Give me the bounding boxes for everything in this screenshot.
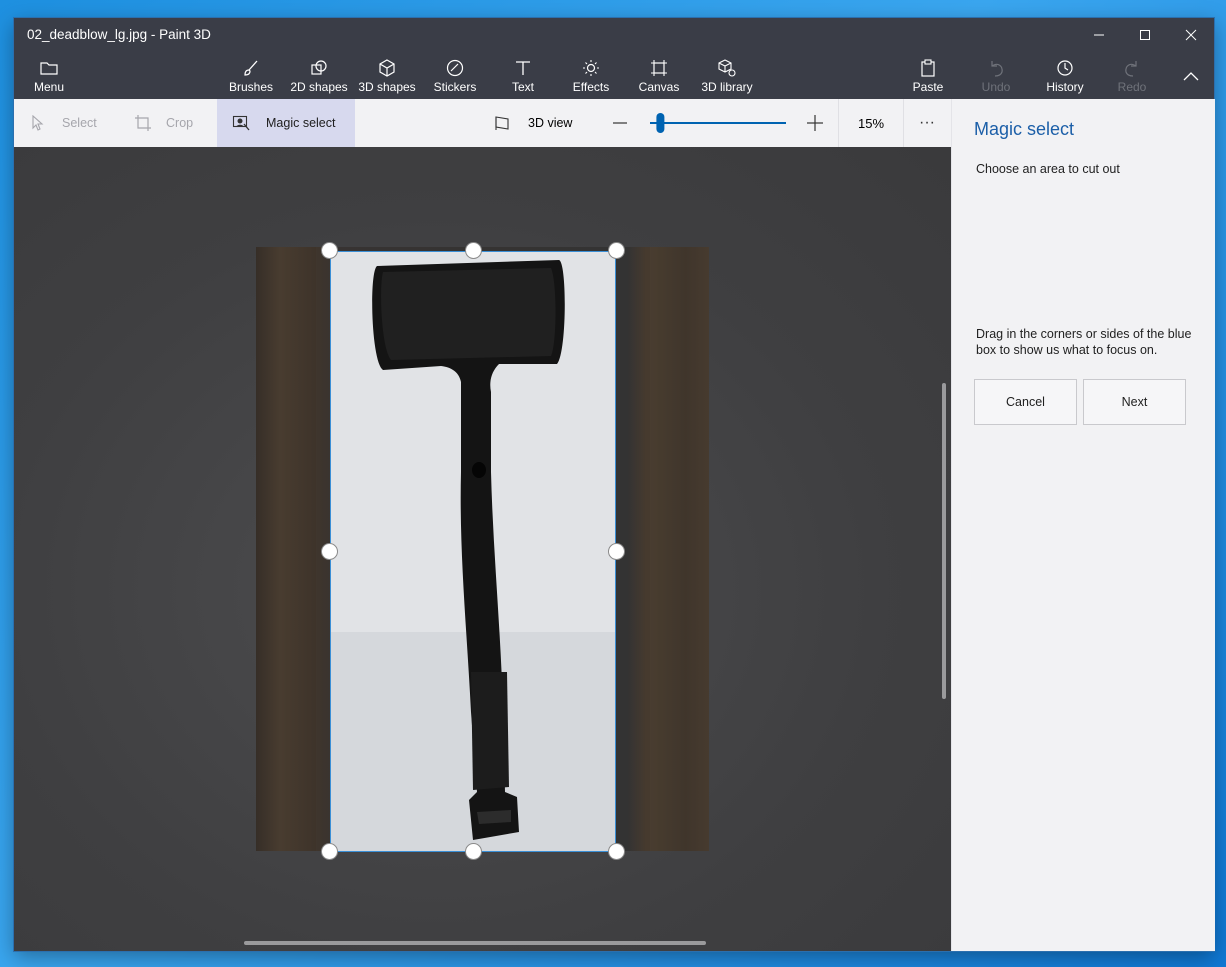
maximize-button[interactable] <box>1122 18 1168 52</box>
paste-label: Paste <box>912 80 944 94</box>
magic-select-icon <box>232 115 250 131</box>
next-button[interactable]: Next <box>1083 379 1186 425</box>
zoom-slider-track <box>650 113 786 133</box>
undo-button[interactable]: Undo <box>978 52 1014 99</box>
crop-icon <box>135 115 151 131</box>
3d-view-toggle[interactable]: 3D view <box>494 99 594 147</box>
select-tool[interactable]: Select <box>30 99 112 147</box>
redo-button[interactable]: Redo <box>1114 52 1150 99</box>
panel-hint: Drag in the corners or sides of the blue… <box>976 327 1192 357</box>
tool-3d-library[interactable]: 3D library <box>698 52 756 99</box>
canvas-icon <box>650 58 668 78</box>
3d-view-icon <box>495 116 509 130</box>
resize-handle-bottom-left[interactable] <box>321 843 338 860</box>
panel-title: Magic select <box>974 119 1075 139</box>
redo-label: Redo <box>1117 80 1147 94</box>
menu-label: Menu <box>33 80 65 94</box>
paste-button[interactable]: Paste <box>908 52 948 99</box>
paint3d-window: 02_deadblow_lg.jpg - Paint 3D Menu Brush… <box>14 18 1215 951</box>
magic-select-panel: Magic select Choose an area to cut out D… <box>951 99 1215 951</box>
effects-icon <box>582 58 600 78</box>
tool-stickers[interactable]: Stickers <box>426 52 484 99</box>
folder-icon <box>40 58 58 78</box>
horizontal-scrollbar[interactable] <box>244 941 706 945</box>
tool-label: 3D shapes <box>358 80 416 94</box>
chevron-up-icon <box>1183 71 1199 80</box>
resize-handle-top-left[interactable] <box>321 242 338 259</box>
minimize-button[interactable] <box>1076 18 1122 52</box>
3d-shapes-icon <box>378 58 396 78</box>
tool-label: Text <box>511 80 534 94</box>
menu-button[interactable]: Menu <box>24 52 74 99</box>
2d-shapes-icon <box>310 58 328 78</box>
tool-text[interactable]: Text <box>498 52 548 99</box>
resize-handle-right[interactable] <box>608 543 625 560</box>
cancel-button[interactable]: Cancel <box>974 379 1077 425</box>
tool-label: Canvas <box>638 80 680 94</box>
panel-instruction: Choose an area to cut out <box>976 162 1120 176</box>
zoom-slider[interactable] <box>646 99 790 147</box>
more-icon: ··· <box>919 114 935 131</box>
zoom-in-button[interactable] <box>802 99 828 147</box>
plus-icon <box>807 115 823 131</box>
main-toolbar: Menu Brushes 2D shapes 3D shapes Sticker… <box>14 52 1214 99</box>
select-label: Select <box>62 116 97 130</box>
more-options-button[interactable]: ··· <box>910 99 944 147</box>
brush-icon <box>242 58 260 78</box>
tool-label: 3D library <box>701 80 753 94</box>
window-title: 02_deadblow_lg.jpg - Paint 3D <box>27 27 211 42</box>
resize-handle-top[interactable] <box>465 242 482 259</box>
resize-handle-bottom-right[interactable] <box>608 843 625 860</box>
history-icon <box>1056 58 1074 78</box>
zoom-slider-thumb[interactable] <box>656 113 665 133</box>
tool-label: Brushes <box>228 80 274 94</box>
tool-2d-shapes[interactable]: 2D shapes <box>286 52 352 99</box>
tool-label: 2D shapes <box>290 80 348 94</box>
magic-select-box[interactable] <box>330 251 616 852</box>
sticker-icon <box>446 58 464 78</box>
close-icon <box>1185 29 1197 41</box>
history-label: History <box>1046 80 1084 94</box>
3d-view-label: 3D view <box>528 116 573 130</box>
paste-icon <box>919 58 937 78</box>
3d-library-icon <box>718 58 736 78</box>
collapse-toolbar-button[interactable] <box>1174 52 1208 99</box>
text-icon <box>514 58 532 78</box>
crop-label: Crop <box>166 116 194 130</box>
crop-tool[interactable]: Crop <box>134 99 216 147</box>
history-button[interactable]: History <box>1042 52 1088 99</box>
resize-handle-bottom[interactable] <box>465 843 482 860</box>
minimize-icon <box>1094 34 1104 36</box>
selection-toolbar: Select Crop Magic select 3D view 15% ··· <box>14 99 951 148</box>
zoom-percent[interactable]: 15% <box>838 99 904 147</box>
tool-brushes[interactable]: Brushes <box>222 52 280 99</box>
redo-icon <box>1123 58 1141 78</box>
close-button[interactable] <box>1168 18 1214 52</box>
tool-label: Effects <box>572 80 610 94</box>
zoom-value: 15% <box>857 115 885 131</box>
tool-canvas[interactable]: Canvas <box>634 52 684 99</box>
hammer-image <box>331 252 615 851</box>
tool-label: Stickers <box>433 80 477 94</box>
undo-label: Undo <box>981 80 1011 94</box>
zoom-out-button[interactable] <box>608 99 632 147</box>
pointer-icon <box>32 115 44 131</box>
minus-icon <box>613 122 627 124</box>
magic-select-label: Magic select <box>266 116 336 130</box>
canvas-area[interactable] <box>14 147 951 951</box>
tool-3d-shapes[interactable]: 3D shapes <box>356 52 418 99</box>
tool-effects[interactable]: Effects <box>566 52 616 99</box>
title-bar[interactable]: 02_deadblow_lg.jpg - Paint 3D <box>14 18 1214 52</box>
maximize-icon <box>1140 30 1150 40</box>
magic-select-tool[interactable]: Magic select <box>217 99 355 147</box>
vertical-scrollbar[interactable] <box>942 383 946 699</box>
resize-handle-top-right[interactable] <box>608 242 625 259</box>
resize-handle-left[interactable] <box>321 543 338 560</box>
undo-icon <box>987 58 1005 78</box>
